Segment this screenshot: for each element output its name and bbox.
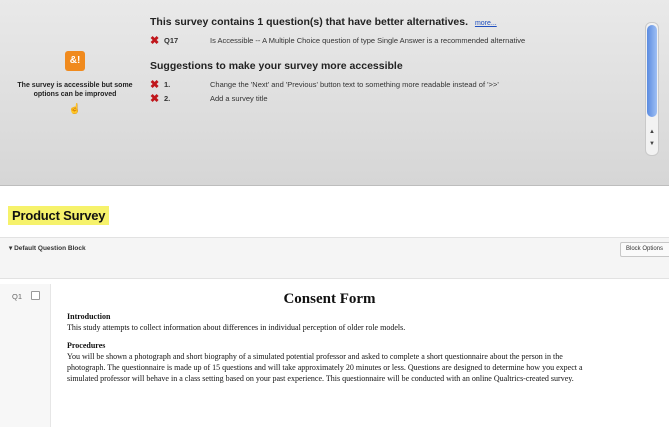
block-collapse-toggle[interactable]: ▾ Default Question Block <box>9 244 86 252</box>
scrollbar-thumb[interactable] <box>647 25 657 117</box>
more-link[interactable]: more... <box>475 20 497 27</box>
accessibility-panel: &! The survey is accessible but some opt… <box>0 0 669 186</box>
issue-text: Is Accessible -- A Multiple Choice quest… <box>210 36 526 45</box>
scroll-down-arrow-icon[interactable]: ▼ <box>646 141 658 147</box>
issue-question-id[interactable]: Q17 <box>164 36 210 46</box>
alternatives-heading-text: This survey contains 1 question(s) that … <box>150 16 469 28</box>
error-x-icon: ✖ <box>150 35 160 47</box>
question-title: Consent Form <box>283 291 376 307</box>
scroll-up-arrow-icon[interactable]: ▲ <box>646 129 658 135</box>
section-heading-introduction: Introduction <box>67 312 111 321</box>
error-x-icon: ✖ <box>150 79 160 91</box>
suggestion-text: Change the 'Next' and 'Previous' button … <box>210 80 499 89</box>
accessibility-status-area: &! The survey is accessible but some opt… <box>6 50 144 117</box>
section-text-procedures: You will be shown a photograph and short… <box>67 352 583 383</box>
suggestion-row: ✖ 1. Change the 'Next' and 'Previous' bu… <box>150 79 640 91</box>
section-text-introduction: This study attempts to collect informati… <box>67 323 406 332</box>
report-scrollbar[interactable]: ▲ ▼ <box>645 22 659 156</box>
question-block-header: ▾ Default Question Block Block Options <box>0 237 669 279</box>
question-body[interactable]: Consent Form Introduction This study att… <box>67 291 592 392</box>
suggestion-number: 2. <box>164 94 171 103</box>
suggestions-heading: Suggestions to make your survey more acc… <box>150 60 403 72</box>
question-select-checkbox[interactable] <box>31 291 40 300</box>
suggestion-row: ✖ 2. Add a survey title <box>150 93 640 105</box>
survey-title[interactable]: Product Survey <box>8 206 110 225</box>
accessibility-status-text: The survey is accessible but some option… <box>17 82 133 98</box>
issue-row: ✖ Q17 Is Accessible -- A Multiple Choice… <box>150 35 640 47</box>
suggestion-text: Add a survey title <box>210 94 268 103</box>
section-heading-procedures: Procedures <box>67 341 106 350</box>
warning-badge-icon: &! <box>65 51 85 71</box>
hand-cursor-icon: ☝ <box>68 104 82 115</box>
suggestion-number: 1. <box>164 80 171 89</box>
question-id: Q1 <box>12 292 23 301</box>
question-gutter <box>0 284 51 427</box>
error-x-icon: ✖ <box>150 93 160 105</box>
accessibility-report[interactable]: This survey contains 1 question(s) that … <box>150 16 640 164</box>
block-options-button[interactable]: Block Options <box>620 242 669 257</box>
alternatives-heading: This survey contains 1 question(s) that … <box>150 16 640 28</box>
